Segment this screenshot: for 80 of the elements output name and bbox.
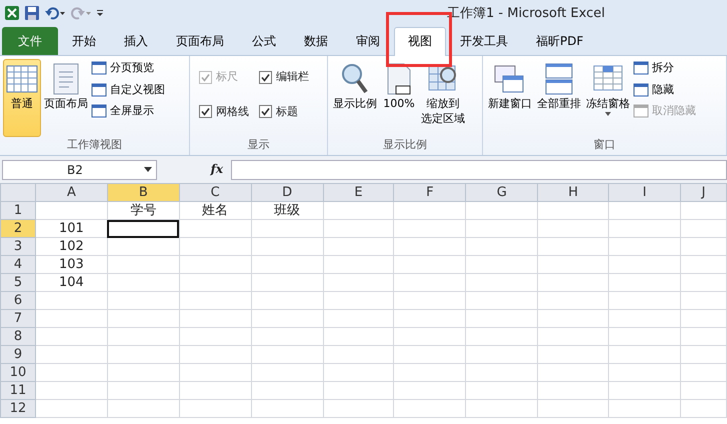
checkbox[interactable] xyxy=(259,70,272,84)
row-header[interactable]: 1 xyxy=(0,202,36,220)
file-tab[interactable]: 文件 xyxy=(2,27,58,55)
caret-icon xyxy=(604,111,612,117)
window-icon xyxy=(91,104,107,118)
ribbon-button[interactable]: 冻结窗格 xyxy=(584,59,632,137)
ribbon-button[interactable]: 新建窗口 xyxy=(486,59,534,137)
ribbon-small-button[interactable]: 分页预览 xyxy=(91,59,165,78)
row-header[interactable]: 4 xyxy=(0,256,36,274)
table-cell[interactable] xyxy=(107,220,180,238)
checkbox-option[interactable]: 标题 xyxy=(259,104,309,120)
group-label: 工作簿视图 xyxy=(66,137,123,153)
window-icon xyxy=(633,82,649,97)
ribbon-tab[interactable]: 页面布局 xyxy=(162,27,238,55)
column-header[interactable]: C xyxy=(179,184,252,202)
table-cell[interactable]: 姓名 xyxy=(179,202,252,220)
ribbon-small-button[interactable]: 全屏显示 xyxy=(91,102,165,120)
checkbox-option[interactable]: 编辑栏 xyxy=(259,69,309,86)
ribbon-tab[interactable]: 插入 xyxy=(110,27,162,55)
row-header[interactable]: 6 xyxy=(0,292,36,310)
name-box[interactable]: B2 xyxy=(2,160,157,180)
ribbon-button[interactable]: 显示比例 xyxy=(331,59,379,137)
save-icon[interactable] xyxy=(24,5,40,21)
table-cell[interactable]: 102 xyxy=(35,238,108,256)
table-cell[interactable]: 101 xyxy=(35,220,108,238)
row-header[interactable]: 10 xyxy=(0,364,36,382)
group-label: 窗口 xyxy=(592,137,616,153)
row-header[interactable]: 2 xyxy=(0,220,36,238)
column-header[interactable]: D xyxy=(251,184,324,202)
column-header[interactable]: B xyxy=(107,184,180,202)
group-label: 显示比例 xyxy=(382,137,428,153)
table-cell[interactable]: 104 xyxy=(35,274,108,292)
ribbon-tab[interactable]: 开始 xyxy=(58,27,110,55)
formula-input[interactable] xyxy=(231,160,727,180)
ribbon-button[interactable]: 全部重排 xyxy=(535,59,583,137)
ribbon-small-button: 取消隐藏 xyxy=(633,102,696,120)
row-header[interactable]: 11 xyxy=(0,382,36,400)
group-label: 显示 xyxy=(246,137,270,153)
ribbon-tab[interactable]: 审阅 xyxy=(342,27,394,55)
insert-function-button[interactable]: fx xyxy=(159,160,229,180)
checkbox[interactable] xyxy=(199,105,212,118)
ribbon-tab[interactable]: 视图 xyxy=(394,27,446,56)
column-header[interactable]: F xyxy=(394,184,466,202)
row-header[interactable]: 7 xyxy=(0,310,36,328)
window-icon xyxy=(633,104,649,118)
ribbon-button[interactable]: 100% xyxy=(380,59,418,137)
column-header[interactable]: G xyxy=(466,184,538,202)
column-header[interactable]: A xyxy=(35,184,108,202)
row-header[interactable]: 9 xyxy=(0,346,36,364)
row-header[interactable]: 5 xyxy=(0,274,36,292)
column-header[interactable]: H xyxy=(538,184,609,202)
ribbon-tab[interactable]: 开发工具 xyxy=(446,27,522,55)
column-header[interactable]: I xyxy=(608,184,680,202)
ribbon-tab[interactable]: 数据 xyxy=(290,27,342,55)
table-cell[interactable]: 103 xyxy=(35,256,108,274)
row-header[interactable]: 3 xyxy=(0,238,36,256)
ribbon-small-button[interactable]: 自定义视图 xyxy=(91,80,165,99)
checkbox[interactable] xyxy=(259,105,272,118)
window-icon xyxy=(633,61,649,76)
ribbon-button[interactable]: 普通 xyxy=(3,59,41,137)
checkbox-option: 标尺 xyxy=(199,69,249,86)
checkbox-option[interactable]: 网格线 xyxy=(199,104,249,120)
ribbon-small-button[interactable]: 拆分 xyxy=(633,59,696,78)
spreadsheet-app-icon xyxy=(4,5,20,21)
table-cell[interactable]: 班级 xyxy=(251,202,324,220)
row-header[interactable]: 12 xyxy=(0,400,36,418)
caret-icon xyxy=(144,167,152,173)
row-header[interactable]: 8 xyxy=(0,328,36,346)
ribbon-small-button[interactable]: 隐藏 xyxy=(633,80,696,99)
ribbon-button[interactable]: 缩放到 选定区域 xyxy=(419,59,467,137)
window-icon xyxy=(91,82,107,97)
column-header[interactable]: J xyxy=(680,184,726,202)
ribbon-tab[interactable]: 公式 xyxy=(238,27,290,55)
ribbon-tab[interactable]: 福昕PDF xyxy=(522,27,598,55)
customize-caret-icon[interactable] xyxy=(96,7,104,19)
ribbon-button[interactable]: 页面布局 xyxy=(42,59,90,137)
column-header[interactable]: E xyxy=(323,184,394,202)
undo-icon[interactable] xyxy=(44,5,66,21)
table-cell[interactable]: 学号 xyxy=(107,202,180,220)
window-icon xyxy=(91,61,107,76)
